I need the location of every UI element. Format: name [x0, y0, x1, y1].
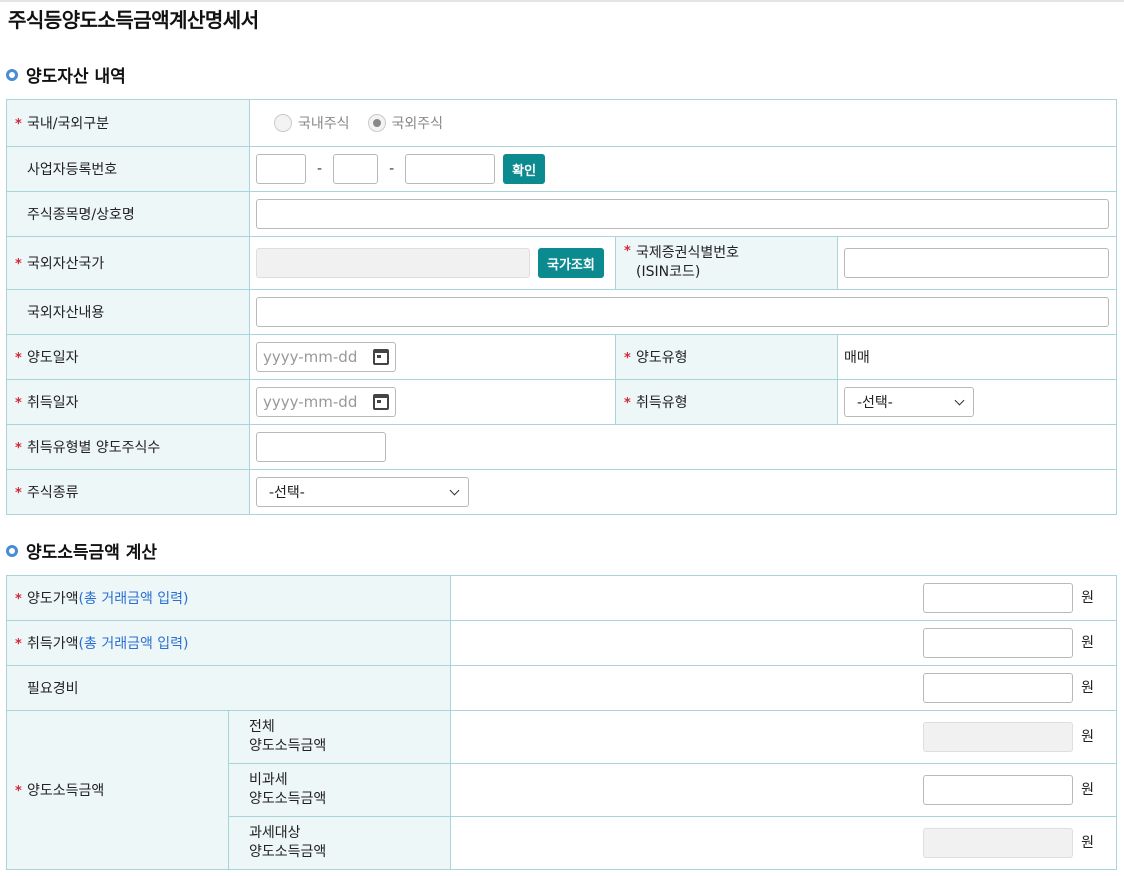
row-share-count: * 취득유형별 양도주식수 — [6, 424, 1117, 470]
income-table: * 양도가액(총 거래금액 입력) 원 * 취득가액(총 거래금액 입력) 원 필요… — [5, 575, 1118, 870]
label-stock-kind: * 주식종류 — [6, 469, 250, 515]
biz-reg-part3-input[interactable] — [405, 154, 496, 184]
label-acquire-price: * 취득가액(총 거래금액 입력) — [5, 620, 452, 666]
label-income: * 양도소득금액 — [6, 710, 229, 870]
radio-foreign[interactable] — [367, 114, 386, 132]
section-title-assets-label: 양도자산 내역 — [26, 67, 126, 87]
label-income-total: 전체 양도소득금액 — [227, 710, 452, 764]
label-foreign-content: 국외자산내용 — [6, 289, 250, 335]
expenses-input[interactable] — [923, 673, 1074, 703]
row-stock-name: 주식종목명/상호명 — [6, 191, 1117, 237]
top-border — [0, 0, 1124, 2]
country-lookup-button[interactable]: 국가조회 — [538, 248, 604, 278]
income-total-input — [923, 722, 1074, 752]
section-title-assets: 양도자산 내역 — [6, 62, 126, 87]
confirm-button[interactable]: 확인 — [503, 154, 546, 184]
page-title: 주식등양도소득금액계산명세서 — [8, 8, 259, 32]
stock-name-input[interactable] — [256, 199, 1109, 229]
row-foreign-country: * 국외자산국가 국가조회 * 국제증권식별번호 (ISIN코드) — [6, 236, 1117, 290]
label-isin: * 국제증권식별번호 (ISIN코드) — [615, 236, 838, 290]
row-transfer-date: * 양도일자 yyyy-mm-dd * 양도유형 매매 — [6, 334, 1117, 380]
label-income-taxable: 과세대상 양도소득금액 — [227, 816, 452, 870]
biz-reg-part1-input[interactable] — [256, 154, 306, 184]
calendar-icon[interactable] — [373, 394, 389, 410]
row-acquire-date: * 취득일자 yyyy-mm-dd * 취득유형 -선택- — [6, 379, 1117, 425]
chevron-down-icon — [954, 395, 965, 405]
label-foreign-country: * 국외자산국가 — [6, 236, 250, 290]
acquire-price-input[interactable] — [923, 628, 1074, 658]
row-acquire-price: * 취득가액(총 거래금액 입력) 원 — [5, 620, 1118, 666]
acquire-date-input[interactable]: yyyy-mm-dd — [256, 387, 396, 417]
label-share-count: * 취득유형별 양도주식수 — [6, 424, 250, 470]
market-type-radio-group: 국내주식 국외주식 — [274, 113, 1116, 133]
label-stock-name: 주식종목명/상호명 — [6, 191, 250, 237]
radio-domestic[interactable] — [274, 114, 292, 132]
dash-1: - — [317, 161, 323, 177]
section-title-income-label: 양도소득금액 계산 — [26, 543, 158, 563]
row-market-type: * 국내/국외구분 국내주식 국외주식 — [6, 99, 1117, 147]
row-biz-reg: 사업자등록번호 - - 확인 — [6, 146, 1117, 192]
label-income-nontax: 비과세 양도소득금액 — [227, 763, 452, 817]
asset-table: * 국내/국외구분 국내주식 국외주식 사업자등록번호 - - 확인 주식종목명… — [6, 99, 1117, 515]
stock-kind-select[interactable]: -선택- — [256, 477, 469, 507]
isin-input[interactable] — [844, 248, 1109, 278]
label-expenses: 필요경비 — [5, 665, 452, 711]
radio-domestic-label: 국내주식 — [298, 116, 350, 132]
transfer-date-input[interactable]: yyyy-mm-dd — [256, 342, 396, 372]
row-transfer-price: * 양도가액(총 거래금액 입력) 원 — [5, 575, 1118, 621]
biz-reg-part2-input[interactable] — [333, 154, 379, 184]
label-transfer-date: * 양도일자 — [6, 334, 250, 380]
bullet-ring-icon — [6, 68, 18, 81]
calendar-icon[interactable] — [373, 349, 389, 365]
label-biz-reg: 사업자등록번호 — [6, 146, 250, 192]
label-acquire-type: * 취득유형 — [615, 379, 838, 425]
row-expenses: 필요경비 원 — [5, 665, 1118, 711]
label-transfer-type: * 양도유형 — [615, 334, 838, 380]
foreign-country-input — [256, 248, 530, 278]
acquire-type-select[interactable]: -선택- — [844, 387, 974, 417]
income-taxable-input — [923, 828, 1074, 858]
label-transfer-price: * 양도가액(총 거래금액 입력) — [5, 575, 452, 621]
section-title-income: 양도소득금액 계산 — [6, 538, 157, 563]
transfer-type-value: 매매 — [844, 350, 870, 366]
radio-foreign-label: 국외주식 — [391, 116, 444, 132]
label-acquire-date: * 취득일자 — [6, 379, 250, 425]
row-foreign-content: 국외자산내용 — [6, 289, 1117, 335]
bullet-ring-icon — [6, 544, 18, 557]
transfer-price-input[interactable] — [923, 583, 1074, 613]
foreign-content-input[interactable] — [256, 297, 1109, 327]
dash-2: - — [389, 161, 395, 177]
row-stock-kind: * 주식종류 -선택- — [6, 469, 1117, 515]
required-mark: * — [15, 117, 22, 132]
label-market-type: * 국내/국외구분 — [6, 99, 250, 147]
chevron-down-icon — [449, 485, 460, 495]
row-income-total: * 양도소득금액 전체 양도소득금액 원 — [6, 710, 1118, 870]
share-count-input[interactable] — [256, 432, 386, 462]
income-nontax-input[interactable] — [923, 775, 1074, 805]
